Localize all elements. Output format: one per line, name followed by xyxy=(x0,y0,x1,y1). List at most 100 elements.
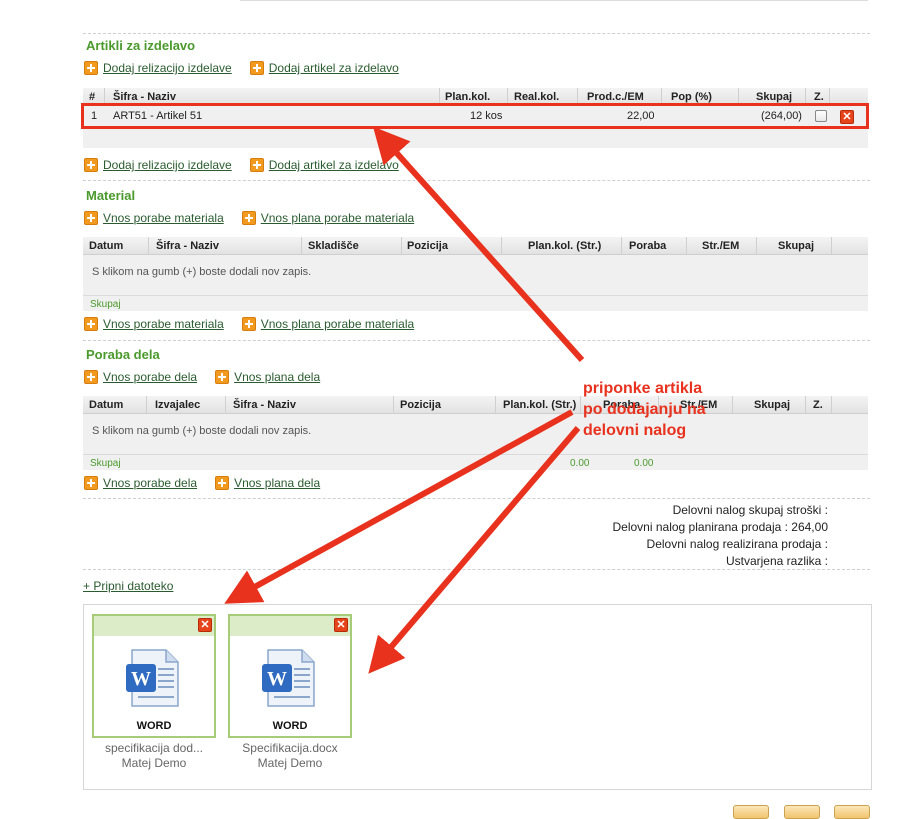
plus-icon xyxy=(84,158,98,172)
summary-planned-sales: Delovni nalog planirana prodaja : 264,00 xyxy=(612,520,829,534)
attachment-tile[interactable]: ✕ W WORD xyxy=(228,614,352,738)
file-type-label: WORD xyxy=(136,720,172,732)
col-header: Izvajalec xyxy=(155,399,201,411)
plus-icon xyxy=(215,476,230,490)
material-links-top: Vnos porabe materiala Vnos plana porabe … xyxy=(84,210,432,226)
plus-icon xyxy=(84,61,98,75)
footer-button[interactable] xyxy=(834,805,870,819)
col-header: Skupaj xyxy=(756,91,793,103)
labor-plan-link[interactable]: Vnos plana dela xyxy=(234,370,320,384)
divider xyxy=(83,340,870,341)
attachment-caption: specifikacija dod... Matej Demo xyxy=(91,741,217,771)
col-header: Pozicija xyxy=(400,399,441,411)
divider xyxy=(83,498,870,499)
footer-button[interactable] xyxy=(733,805,769,819)
material-sum-row: Skupaj xyxy=(83,295,868,311)
col-header: Datum xyxy=(89,399,124,411)
plus-icon xyxy=(84,476,98,490)
sum-usage: 0.00 xyxy=(634,458,654,469)
word-document-icon: W xyxy=(262,649,315,707)
col-header: Plan.kol. (Str.) xyxy=(528,240,602,252)
add-article-link[interactable]: Dodaj artikel za izdelavo xyxy=(269,61,399,75)
footer-button[interactable] xyxy=(784,805,820,819)
plus-icon xyxy=(241,211,256,225)
sum-plan: 0.00 xyxy=(570,458,590,469)
divider xyxy=(83,569,870,570)
col-header: Prod.c./EM xyxy=(587,91,644,103)
plus-icon xyxy=(84,370,98,384)
word-document-icon: W xyxy=(126,649,179,707)
col-header: Skupaj xyxy=(754,399,791,411)
material-usage-link[interactable]: Vnos porabe materiala xyxy=(103,211,224,225)
material-section-title: Material xyxy=(86,188,136,203)
material-links-bottom: Vnos porabe materiala Vnos plana porabe … xyxy=(84,316,432,332)
col-header: Šifra - Naziv xyxy=(156,240,219,252)
material-plan-link[interactable]: Vnos plana porabe materiala xyxy=(261,211,414,225)
plus-icon xyxy=(215,370,230,384)
plus-icon xyxy=(84,317,98,331)
remove-attachment-icon[interactable]: ✕ xyxy=(198,618,212,632)
material-plan-link[interactable]: Vnos plana porabe materiala xyxy=(261,317,414,331)
col-header: Skupaj xyxy=(778,240,815,252)
plus-icon xyxy=(249,158,264,172)
articles-links-bottom: Dodaj relizacijo izdelave Dodaj artikel … xyxy=(84,157,417,173)
remove-attachment-icon[interactable]: ✕ xyxy=(334,618,348,632)
attachment-filename[interactable]: Specifikacija.docx xyxy=(227,741,353,756)
col-header: Skladišče xyxy=(308,240,359,252)
top-divider xyxy=(240,0,868,1)
col-header: Plan.kol. xyxy=(445,91,491,103)
col-header: Datum xyxy=(89,240,124,252)
annotation-line: delovni nalog xyxy=(583,422,687,439)
attachment-tile[interactable]: ✕ W WORD xyxy=(92,614,216,738)
add-realization-link[interactable]: Dodaj relizacijo izdelave xyxy=(103,61,232,75)
divider xyxy=(83,33,870,34)
plus-icon xyxy=(84,211,98,225)
plus-icon xyxy=(249,61,264,75)
material-table-header: Datum Šifra - Naziv Skladišče Pozicija P… xyxy=(83,237,868,255)
add-article-link[interactable]: Dodaj artikel za izdelavo xyxy=(269,158,399,172)
labor-table-header: Datum Izvajalec Šifra - Naziv Pozicija P… xyxy=(83,396,868,414)
sum-label: Skupaj xyxy=(90,299,121,310)
sum-label: Skupaj xyxy=(90,458,121,469)
annotation-highlight-box xyxy=(81,103,869,129)
add-realization-link[interactable]: Dodaj relizacijo izdelave xyxy=(103,158,232,172)
plus-icon xyxy=(241,317,256,331)
col-header: Z. xyxy=(813,399,823,411)
col-header: Šifra - Naziv xyxy=(233,399,296,411)
labor-empty-message: S klikom na gumb (+) boste dodali nov za… xyxy=(92,425,312,437)
annotation-line: priponke artikla xyxy=(583,380,703,397)
summary-total-costs: Delovni nalog skupaj stroški : xyxy=(672,503,828,517)
material-empty-message: S klikom na gumb (+) boste dodali nov za… xyxy=(92,266,312,278)
attachment-filename[interactable]: specifikacija dod... xyxy=(91,741,217,756)
col-header: Poraba xyxy=(629,240,667,252)
svg-text:W: W xyxy=(131,668,151,690)
labor-section-title: Poraba dela xyxy=(86,347,160,362)
summary-realized-sales: Delovni nalog realizirana prodaja : xyxy=(646,537,828,551)
col-header: Str./EM xyxy=(702,240,740,252)
order-summary: Delovni nalog skupaj stroški : Delovni n… xyxy=(613,502,829,570)
labor-sum-row: Skupaj 0.00 0.00 xyxy=(83,454,868,470)
articles-section-title: Artikli za izdelavo xyxy=(86,38,196,53)
attachment-owner: Matej Demo xyxy=(121,756,187,770)
col-header: # xyxy=(89,91,96,103)
annotation-line: po dodajanju na xyxy=(583,401,706,418)
labor-links-bottom: Vnos porabe dela Vnos plana dela xyxy=(84,475,338,491)
col-header: Šifra - Naziv xyxy=(113,91,176,103)
material-usage-link[interactable]: Vnos porabe materiala xyxy=(103,317,224,331)
col-header: Plan.kol. (Str.) xyxy=(503,399,577,411)
labor-plan-link[interactable]: Vnos plana dela xyxy=(234,476,320,490)
labor-links-top: Vnos porabe dela Vnos plana dela xyxy=(84,369,338,385)
file-type-label: WORD xyxy=(272,720,308,732)
labor-usage-link[interactable]: Vnos porabe dela xyxy=(103,476,197,490)
attachment-caption: Specifikacija.docx Matej Demo xyxy=(227,741,353,771)
articles-links-top: Dodaj relizacijo izdelave Dodaj artikel … xyxy=(84,60,417,76)
attach-file-link[interactable]: + Pripni datoteko xyxy=(83,579,173,593)
svg-text:W: W xyxy=(267,668,287,690)
col-header: Pozicija xyxy=(407,240,448,252)
col-header: Real.kol. xyxy=(514,91,560,103)
annotation-text: priponke artikla po dodajanju na delovni… xyxy=(583,378,706,441)
labor-usage-link[interactable]: Vnos porabe dela xyxy=(103,370,197,384)
summary-difference: Ustvarjena razlika : xyxy=(725,554,828,568)
attachment-owner: Matej Demo xyxy=(257,756,323,770)
divider xyxy=(83,180,870,181)
